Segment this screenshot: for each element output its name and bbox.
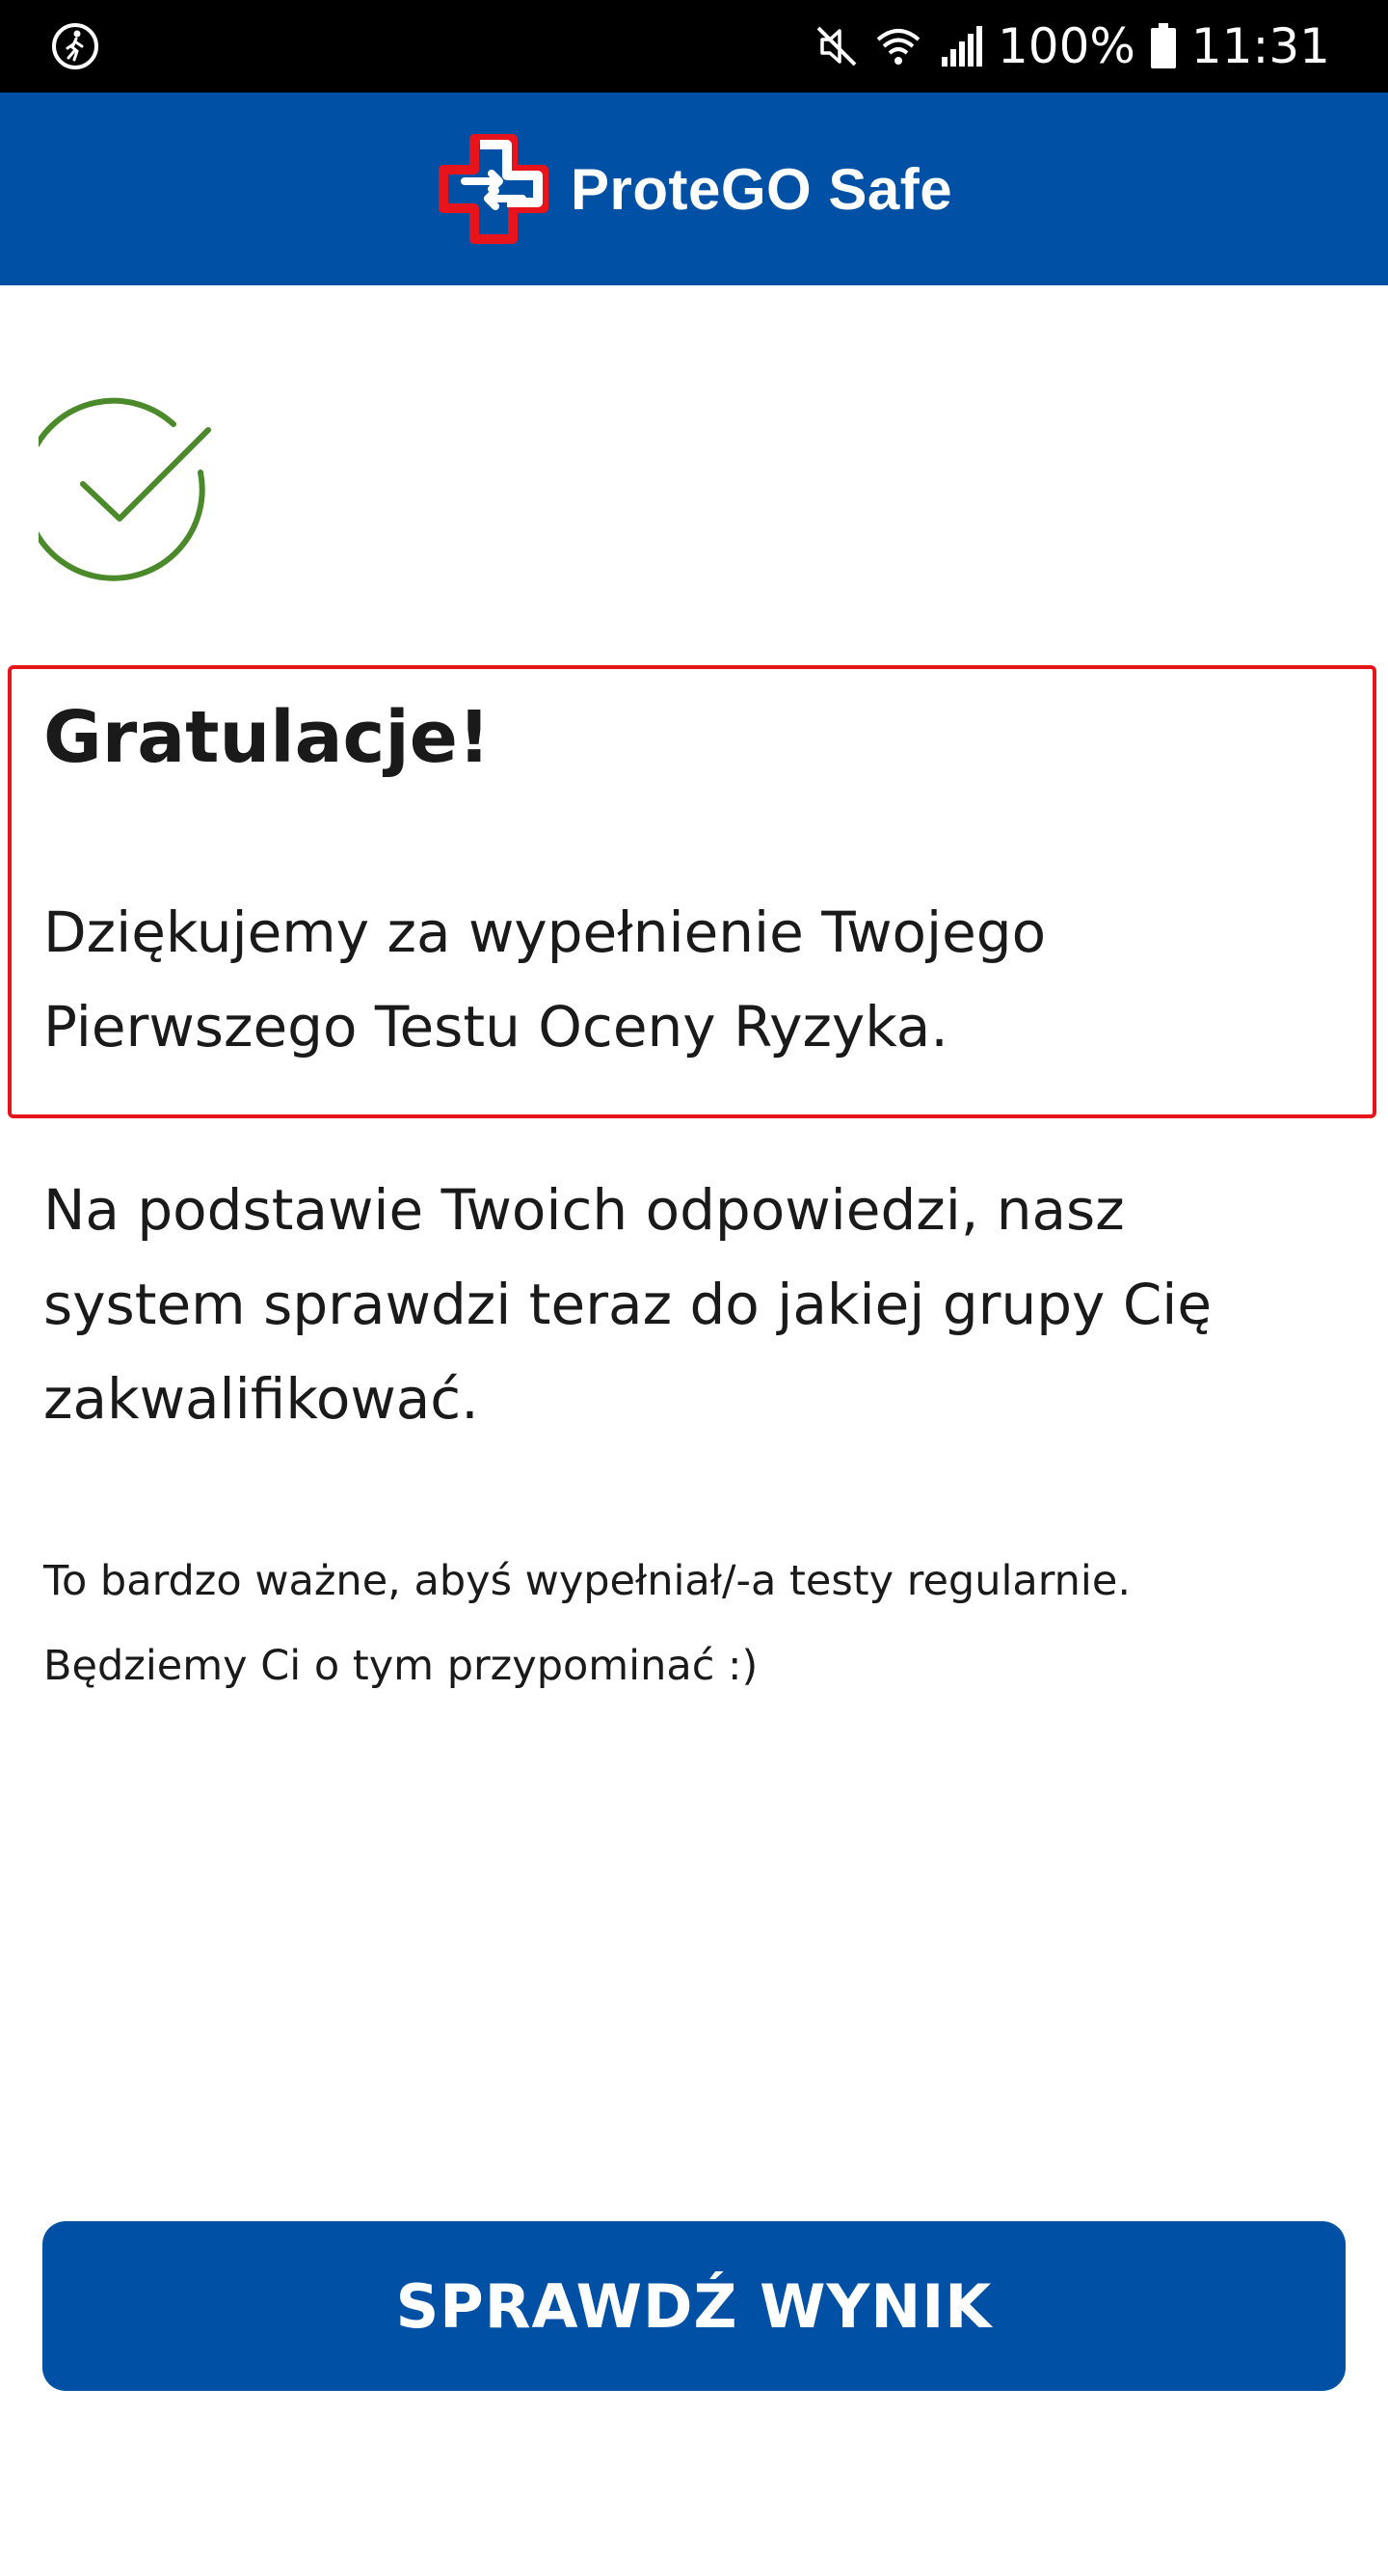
wifi-icon (876, 29, 921, 65)
thanks-text: Dziękujemy za wypełnienie Twojego Pierws… (43, 899, 1047, 1060)
signal-icon (941, 26, 982, 67)
clock: 11:31 (1190, 18, 1330, 74)
page-title: Gratulacje! (43, 696, 491, 779)
battery-percent: 100% (997, 18, 1135, 74)
protego-cross-logo (439, 134, 548, 244)
step-counter-icon (52, 23, 98, 69)
status-indicators: 100% 11:31 (813, 0, 1330, 93)
check-circle-icon (39, 397, 211, 581)
app-title: ProteGO Safe (571, 156, 953, 222)
brand: ProteGO Safe (436, 131, 952, 247)
app-bar: ProteGO Safe (0, 93, 1388, 285)
mute-icon (816, 26, 857, 67)
status-bar: 100% 11:31 (0, 0, 1388, 93)
reminder-note: To bardzo ważne, abyś wypełniał/-a testy… (43, 1557, 1131, 1690)
info-text: Na podstawie Twoich odpowiedzi, nasz sys… (43, 1177, 1213, 1432)
check-result-button[interactable]: SPRAWDŹ WYNIK (42, 2221, 1346, 2391)
battery-icon (1150, 23, 1176, 68)
